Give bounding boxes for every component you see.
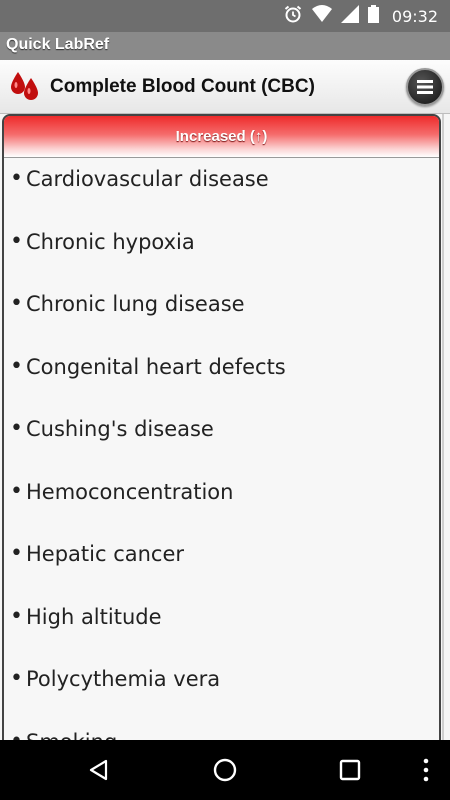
list-item: • Polycythemia vera [4, 666, 439, 729]
status-icons: 09:32 [283, 0, 438, 32]
list-item: • Chronic hypoxia [4, 229, 439, 292]
list-item-text: Hepatic cancer [26, 542, 185, 566]
menu-icon [417, 80, 433, 94]
status-time: 09:32 [391, 6, 438, 26]
list-item-text: Cushing's disease [26, 417, 214, 441]
back-icon [89, 759, 108, 781]
list-item-text: Chronic hypoxia [26, 229, 195, 254]
bullet: • [10, 291, 23, 316]
wifi-icon [311, 4, 332, 28]
page-header: Complete Blood Count (CBC) [0, 60, 450, 114]
navigation-bar [0, 740, 450, 800]
list-item-text: Hemoconcentration [26, 479, 234, 504]
recents-icon [339, 759, 361, 781]
home-icon [213, 758, 237, 782]
list-item-text: Chronic lung disease [26, 292, 245, 316]
bullet: • [10, 166, 23, 191]
screen: 09:32 Quick LabRef Complete Blood Count … [0, 0, 450, 800]
increased-section: Increased (↑) • Cardiovascular disease • C… [2, 114, 441, 754]
bullet: • [10, 478, 23, 504]
bullet: • [10, 416, 23, 441]
list-item: • High altitude [4, 604, 439, 667]
bullet: • [10, 603, 23, 629]
list-item-text: High altitude [26, 604, 162, 629]
list-item-text: Congenital heart defects [26, 354, 286, 379]
bullet: • [10, 666, 23, 691]
list-item: • Cardiovascular disease [4, 166, 439, 229]
signal-icon [340, 4, 359, 28]
section-title: Increased (↑) [175, 128, 268, 145]
bullet: • [10, 541, 23, 566]
list-item-text: Polycythemia vera [26, 667, 221, 691]
list-item: • Chronic lung disease [4, 291, 439, 354]
more-button[interactable] [396, 740, 450, 800]
battery-icon [367, 4, 379, 28]
section-header[interactable]: Increased (↑) [4, 116, 439, 158]
list-item: • Hepatic cancer [4, 541, 439, 604]
list-item: • Hemoconcentration [4, 479, 439, 542]
bullet: • [10, 228, 23, 254]
bullet: • [10, 353, 23, 379]
back-button[interactable] [69, 740, 129, 800]
status-bar: 09:32 [0, 0, 450, 32]
page-title: Complete Blood Count (CBC) [50, 76, 315, 97]
list-item: • Congenital heart defects [4, 354, 439, 417]
condition-list: • Cardiovascular disease • Chronic hypoxia… [4, 158, 439, 752]
more-icon [423, 758, 429, 782]
alarm-icon [283, 4, 303, 29]
app-bar: Quick LabRef [0, 32, 450, 60]
app-title: Quick LabRef [6, 36, 110, 53]
menu-button[interactable] [406, 68, 444, 106]
scroll-edge [442, 114, 444, 754]
recents-button[interactable] [320, 740, 380, 800]
home-button[interactable] [195, 740, 255, 800]
list-item: • Cushing's disease [4, 416, 439, 479]
list-item-text: Cardiovascular disease [26, 167, 269, 191]
blood-drops-icon [8, 70, 42, 107]
